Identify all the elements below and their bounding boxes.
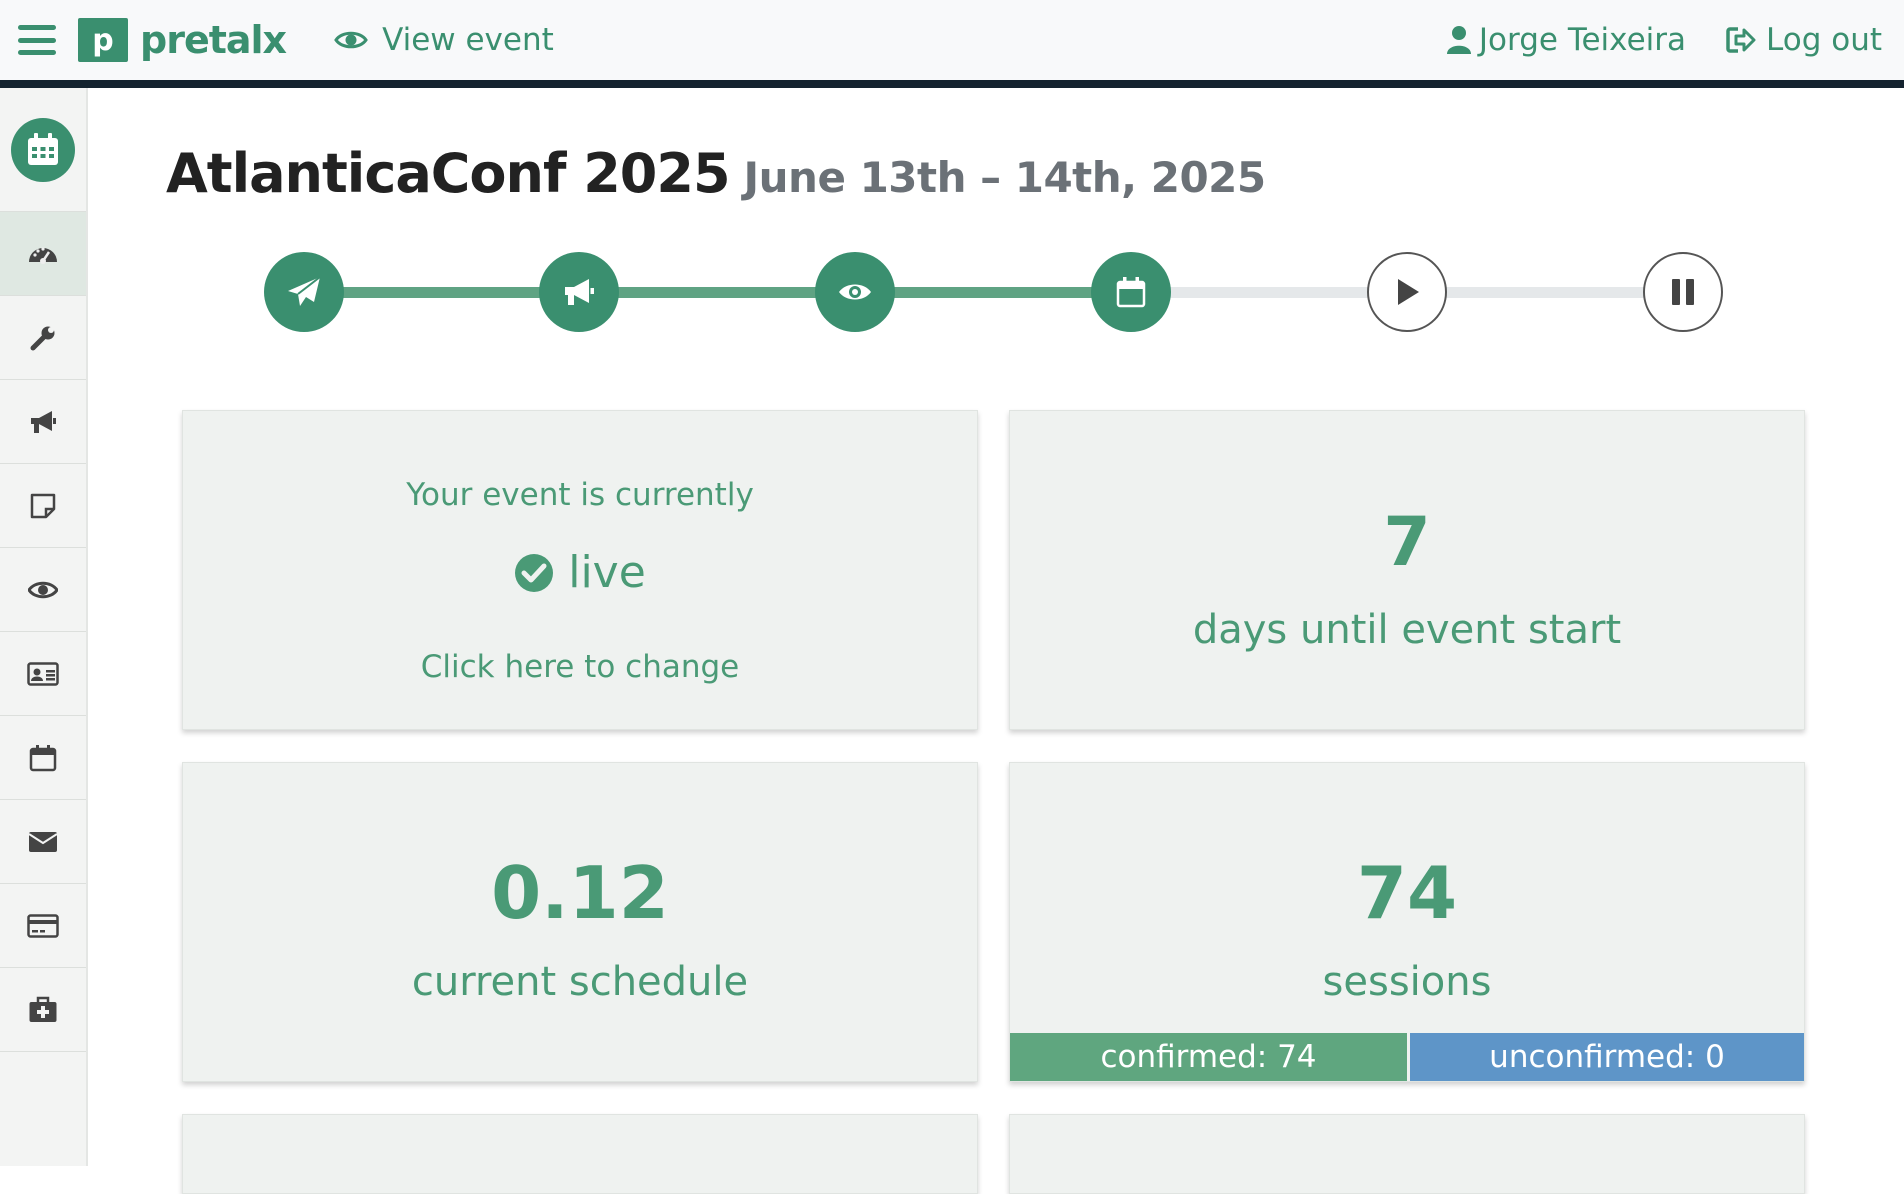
main-content: AtlanticaConf 2025 June 13th – 14th, 202… bbox=[88, 88, 1904, 1194]
eye-icon bbox=[839, 284, 871, 300]
sidebar-item-settings[interactable] bbox=[0, 296, 86, 380]
countdown-label: days until event start bbox=[1192, 607, 1622, 653]
event-status-card[interactable]: Your event is currently live Click here … bbox=[182, 410, 978, 730]
wrench-icon bbox=[30, 326, 55, 350]
user-menu-link[interactable]: Jorge Teixeira bbox=[1446, 22, 1686, 58]
logout-label: Log out bbox=[1766, 22, 1882, 58]
user-icon bbox=[1446, 26, 1471, 54]
countdown-card: 7 days until event start bbox=[1009, 410, 1805, 730]
event-stage-timeline bbox=[264, 252, 1724, 332]
event-dates: June 13th – 14th, 2025 bbox=[743, 153, 1267, 202]
dashboard-card bbox=[182, 1114, 978, 1194]
calendar-icon bbox=[29, 744, 57, 771]
calendar-icon bbox=[1116, 277, 1146, 308]
play-icon bbox=[1398, 279, 1419, 305]
unconfirmed-sessions-segment[interactable]: unconfirmed: 0 bbox=[1410, 1033, 1804, 1081]
schedule-version-label: current schedule bbox=[411, 959, 749, 1005]
sidebar-item-schedule[interactable] bbox=[0, 716, 86, 800]
timeline-step-live[interactable] bbox=[1367, 252, 1447, 332]
credit-card-icon bbox=[27, 913, 59, 938]
user-name: Jorge Teixeira bbox=[1478, 22, 1686, 58]
id-card-icon bbox=[27, 661, 59, 686]
check-circle-icon bbox=[515, 553, 554, 592]
event-status-value: live bbox=[183, 547, 977, 598]
sign-out-icon bbox=[1726, 27, 1756, 53]
confirmed-sessions-segment[interactable]: confirmed: 74 bbox=[1010, 1033, 1410, 1081]
paper-plane-icon bbox=[288, 276, 321, 306]
brand-logo-mark: p bbox=[78, 18, 128, 62]
sessions-card[interactable]: 74 sessions confirmed: 74 unconfirmed: 0 bbox=[1009, 762, 1805, 1082]
page-header: AtlanticaConf 2025 June 13th – 14th, 202… bbox=[166, 142, 1266, 205]
sidebar-item-dashboard[interactable] bbox=[0, 212, 86, 296]
sidebar bbox=[0, 88, 88, 1166]
event-title: AtlanticaConf 2025 bbox=[166, 142, 731, 205]
countdown-value: 7 bbox=[1383, 503, 1431, 582]
brand-name: pretalx bbox=[140, 18, 287, 62]
view-event-label: View event bbox=[382, 22, 554, 58]
envelope-icon bbox=[28, 831, 58, 852]
top-navbar: p pretalx View event Jorge Teixeira Log … bbox=[0, 0, 1904, 88]
sidebar-item-speakers[interactable] bbox=[0, 632, 86, 716]
sidebar-item-plugins[interactable] bbox=[0, 968, 86, 1052]
event-status-state: live bbox=[568, 547, 646, 598]
sidebar-item-submissions[interactable] bbox=[0, 464, 86, 548]
dashboard-card bbox=[1009, 1114, 1805, 1194]
eye-icon bbox=[28, 581, 58, 598]
change-status-link[interactable]: Click here to change bbox=[183, 649, 977, 685]
sessions-count-label: sessions bbox=[1322, 959, 1492, 1005]
sessions-state-bar: confirmed: 74 unconfirmed: 0 bbox=[1010, 1033, 1804, 1081]
schedule-version-value: 0.12 bbox=[491, 851, 669, 935]
schedule-card[interactable]: 0.12 current schedule bbox=[182, 762, 978, 1082]
brand-logo[interactable]: p pretalx bbox=[78, 18, 287, 62]
sidebar-item-mails[interactable] bbox=[0, 800, 86, 884]
calendar-icon bbox=[28, 132, 58, 165]
logout-link[interactable]: Log out bbox=[1726, 22, 1882, 58]
sticky-note-icon bbox=[30, 493, 56, 518]
timeline-step-cfp[interactable] bbox=[264, 252, 344, 332]
pause-icon bbox=[1672, 279, 1694, 305]
timeline-step-review[interactable] bbox=[815, 252, 895, 332]
timeline-step-over[interactable] bbox=[1643, 252, 1723, 332]
sidebar-item-review[interactable] bbox=[0, 548, 86, 632]
sessions-count-value: 74 bbox=[1356, 851, 1458, 935]
sidebar-item-cfp[interactable] bbox=[0, 380, 86, 464]
event-status-intro: Your event is currently bbox=[406, 477, 754, 513]
dashboard-icon bbox=[29, 246, 57, 264]
megaphone-icon bbox=[565, 279, 594, 305]
sidebar-item-billing[interactable] bbox=[0, 884, 86, 968]
timeline-progress-done bbox=[304, 287, 1129, 298]
eye-icon bbox=[334, 31, 368, 49]
menu-toggle-icon[interactable] bbox=[18, 25, 56, 55]
megaphone-icon bbox=[31, 410, 56, 433]
sidebar-event-logo[interactable] bbox=[0, 88, 86, 212]
medkit-icon bbox=[29, 996, 57, 1022]
timeline-step-announce[interactable] bbox=[539, 252, 619, 332]
view-event-link[interactable]: View event bbox=[334, 22, 554, 58]
timeline-step-schedule[interactable] bbox=[1091, 252, 1171, 332]
